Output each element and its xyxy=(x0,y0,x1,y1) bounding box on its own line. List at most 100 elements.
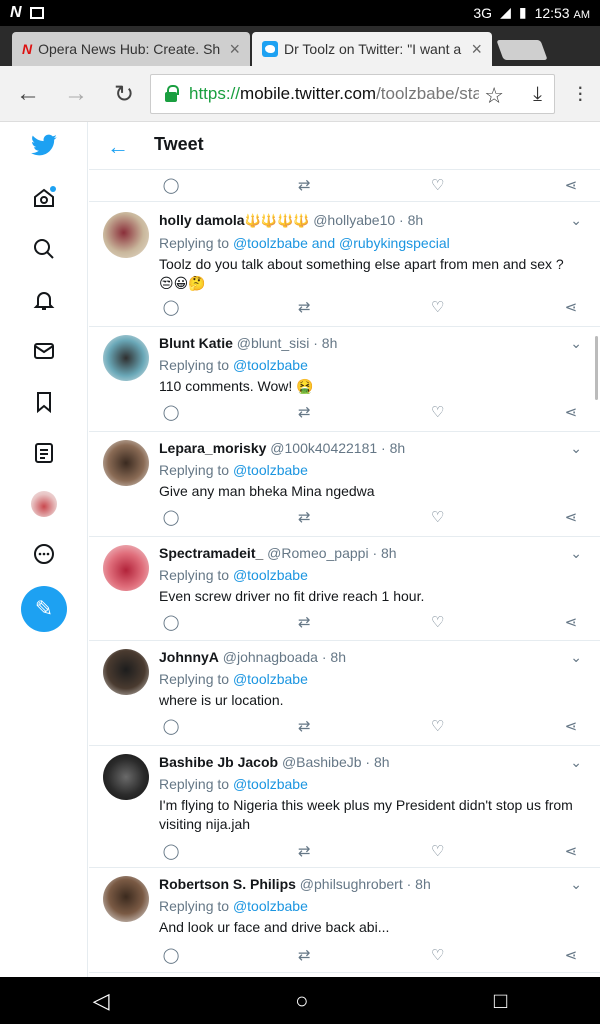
chevron-down-icon[interactable]: ⌄ xyxy=(570,440,582,457)
reply-target-link[interactable]: @toolzbabe and @rubykingspecial xyxy=(233,235,450,251)
download-icon[interactable]: ⤓ xyxy=(533,83,542,106)
share-icon[interactable]: ⋖ xyxy=(561,176,581,196)
share-icon[interactable]: ⋖ xyxy=(561,508,581,528)
avatar[interactable] xyxy=(103,545,149,591)
tweet[interactable]: Spectramadeit_ @Romeo_pappi · 8h Replyin… xyxy=(89,537,600,641)
back-arrow-icon[interactable]: ← xyxy=(107,134,129,160)
chevron-down-icon[interactable]: ⌄ xyxy=(570,212,582,229)
author-name[interactable]: Lepara_morisky xyxy=(159,440,266,456)
new-tab-button[interactable] xyxy=(496,40,548,60)
retweet-icon[interactable]: ⇄ xyxy=(294,842,314,862)
share-icon[interactable]: ⋖ xyxy=(561,946,581,966)
bookmarks-icon[interactable] xyxy=(26,384,62,420)
retweet-icon[interactable]: ⇄ xyxy=(294,508,314,528)
tweet[interactable]: Robertson S. Philips @philsughrobert · 8… xyxy=(89,868,600,973)
retweet-icon[interactable]: ⇄ xyxy=(294,717,314,737)
reply-target-link[interactable]: @toolzbabe xyxy=(233,898,308,914)
like-heart-icon[interactable]: ♡ xyxy=(428,298,448,318)
avatar[interactable] xyxy=(103,440,149,486)
chevron-down-icon[interactable]: ⌄ xyxy=(570,876,582,893)
like-heart-icon[interactable]: ♡ xyxy=(428,508,448,528)
reply-icon[interactable]: ◯ xyxy=(161,717,181,737)
recents-square-icon[interactable]: □ xyxy=(494,988,507,1014)
close-tab-icon[interactable]: × xyxy=(471,39,482,60)
lists-icon[interactable] xyxy=(26,435,62,471)
share-icon[interactable]: ⋖ xyxy=(561,298,581,318)
tweet[interactable]: Lepara_morisky @100k40422181 · 8h Replyi… xyxy=(89,432,600,537)
reply-target-link[interactable]: @toolzbabe xyxy=(233,567,308,583)
reply-icon[interactable]: ◯ xyxy=(161,298,181,318)
retweet-icon[interactable]: ⇄ xyxy=(294,613,314,633)
avatar[interactable] xyxy=(103,649,149,695)
author-handle[interactable]: @BashibeJb xyxy=(282,754,362,770)
chevron-down-icon[interactable]: ⌄ xyxy=(570,545,582,562)
author-handle[interactable]: @philsughrobert xyxy=(300,876,403,892)
retweet-icon[interactable]: ⇄ xyxy=(294,176,314,196)
reply-target-link[interactable]: @toolzbabe xyxy=(233,671,308,687)
author-handle[interactable]: @Romeo_pappi xyxy=(267,545,368,561)
scrollbar-thumb[interactable] xyxy=(595,336,598,400)
messages-envelope-icon[interactable] xyxy=(26,333,62,369)
share-icon[interactable]: ⋖ xyxy=(561,717,581,737)
reply-icon[interactable]: ◯ xyxy=(161,946,181,966)
author-handle[interactable]: @100k40422181 xyxy=(270,440,377,456)
back-triangle-icon[interactable]: ◁ xyxy=(93,988,110,1014)
retweet-icon[interactable]: ⇄ xyxy=(294,403,314,423)
share-icon[interactable]: ⋖ xyxy=(561,403,581,423)
forward-arrow-icon[interactable]: → xyxy=(62,80,90,108)
author-name[interactable]: Bashibe Jb Jacob xyxy=(159,754,278,770)
tweet[interactable]: holly damola🔱🔱🔱🔱 @hollyabe10 · 8h Replyi… xyxy=(89,202,600,327)
home-circle-icon[interactable]: ○ xyxy=(295,988,308,1014)
chevron-down-icon[interactable]: ⌄ xyxy=(570,754,582,771)
avatar[interactable] xyxy=(103,212,149,258)
tweet[interactable]: Bashibe Jb Jacob @BashibeJb · 8h Replyin… xyxy=(89,746,600,868)
back-arrow-icon[interactable]: ← xyxy=(14,80,42,108)
like-heart-icon[interactable]: ♡ xyxy=(428,176,448,196)
reply-target-link[interactable]: @toolzbabe xyxy=(233,357,308,373)
author-handle[interactable]: @blunt_sisi xyxy=(237,335,310,351)
tab-opera-news[interactable]: N Opera News Hub: Create. Sh × xyxy=(12,32,250,66)
like-heart-icon[interactable]: ♡ xyxy=(428,717,448,737)
author-name[interactable]: Robertson S. Philips xyxy=(159,876,296,892)
reply-icon[interactable]: ◯ xyxy=(161,176,181,196)
tweet[interactable]: Blunt Katie @blunt_sisi · 8h Replying to… xyxy=(89,327,600,432)
retweet-icon[interactable]: ⇄ xyxy=(294,298,314,318)
reply-target-link[interactable]: @toolzbabe xyxy=(233,776,308,792)
search-icon[interactable] xyxy=(26,231,62,267)
tweet[interactable]: JohnnyA @johnagboada · 8h Replying to @t… xyxy=(89,641,600,746)
avatar[interactable] xyxy=(103,335,149,381)
compose-tweet-button[interactable]: ✎ xyxy=(21,586,67,632)
notifications-bell-icon[interactable] xyxy=(26,282,62,318)
author-name[interactable]: holly damola xyxy=(159,212,245,228)
share-icon[interactable]: ⋖ xyxy=(561,613,581,633)
tab-twitter[interactable]: Dr Toolz on Twitter: "I want a × xyxy=(252,32,492,66)
home-icon[interactable] xyxy=(26,180,62,216)
reply-target-link[interactable]: @toolzbabe xyxy=(233,462,308,478)
bookmark-star-icon[interactable]: ☆ xyxy=(484,83,504,109)
overflow-menu-icon[interactable]: · · · xyxy=(577,76,584,110)
retweet-icon[interactable]: ⇄ xyxy=(294,946,314,966)
avatar[interactable] xyxy=(103,754,149,800)
share-icon[interactable]: ⋖ xyxy=(561,842,581,862)
reload-icon[interactable]: ↻ xyxy=(110,80,138,109)
twitter-logo-icon[interactable] xyxy=(26,128,62,164)
author-name[interactable]: Blunt Katie xyxy=(159,335,233,351)
author-name[interactable]: JohnnyA xyxy=(159,649,219,665)
like-heart-icon[interactable]: ♡ xyxy=(428,842,448,862)
author-handle[interactable]: @hollyabe10 xyxy=(313,212,395,228)
like-heart-icon[interactable]: ♡ xyxy=(428,946,448,966)
author-handle[interactable]: @johnagboada xyxy=(223,649,318,665)
avatar[interactable] xyxy=(103,876,149,922)
close-tab-icon[interactable]: × xyxy=(229,39,240,60)
author-name[interactable]: Spectramadeit_ xyxy=(159,545,263,561)
more-icon[interactable] xyxy=(26,536,62,572)
reply-icon[interactable]: ◯ xyxy=(161,508,181,528)
chevron-down-icon[interactable]: ⌄ xyxy=(570,335,582,352)
profile-avatar[interactable] xyxy=(26,486,62,522)
reply-icon[interactable]: ◯ xyxy=(161,842,181,862)
like-heart-icon[interactable]: ♡ xyxy=(428,613,448,633)
chevron-down-icon[interactable]: ⌄ xyxy=(570,649,582,666)
reply-icon[interactable]: ◯ xyxy=(161,613,181,633)
reply-icon[interactable]: ◯ xyxy=(161,403,181,423)
like-heart-icon[interactable]: ♡ xyxy=(428,403,448,423)
